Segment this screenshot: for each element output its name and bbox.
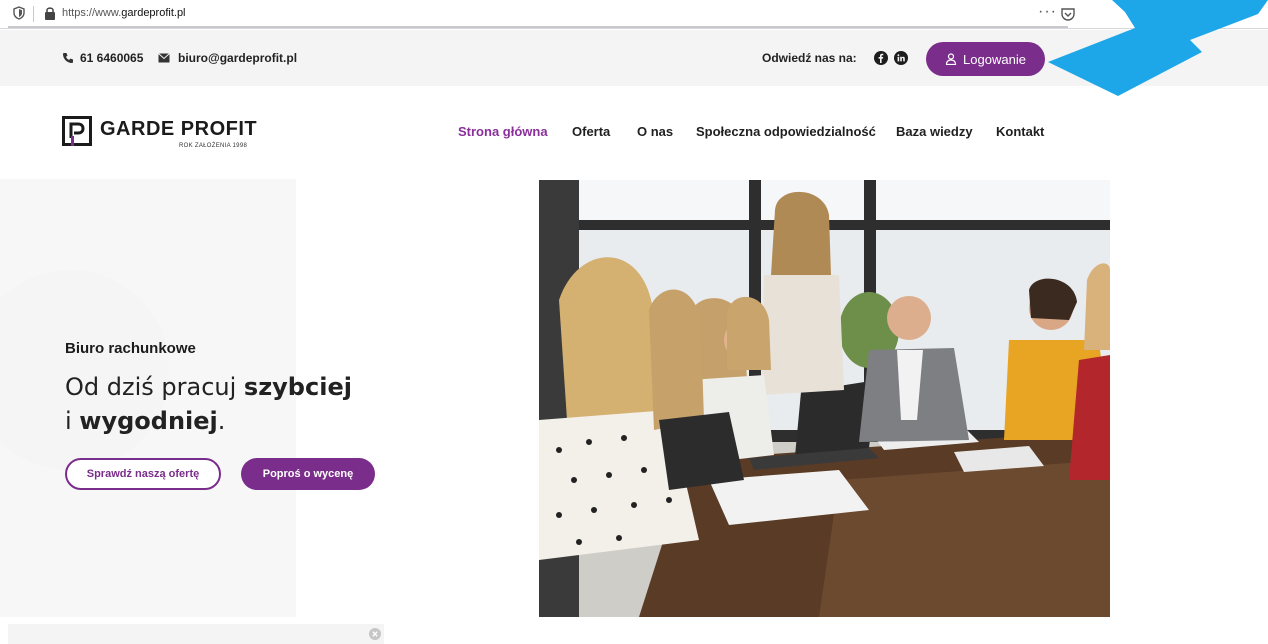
lock-icon[interactable] xyxy=(44,6,56,20)
nav-contact[interactable]: Kontakt xyxy=(996,124,1044,139)
nav-knowledge-base[interactable]: Baza wiedzy xyxy=(896,124,973,139)
logo-name: GARDE PROFIT xyxy=(100,118,258,140)
nav-social-responsibility[interactable]: Społeczna odpowiedzialność xyxy=(696,124,876,139)
facebook-icon[interactable] xyxy=(874,51,888,65)
linkedin-icon[interactable] xyxy=(894,51,908,65)
garde-profit-logo[interactable]: GARDE PROFIT ROK ZAŁOŻENIA 1998 xyxy=(62,116,262,150)
login-button-label: Logowanie xyxy=(963,51,1026,67)
tracking-shield-icon[interactable] xyxy=(12,6,26,20)
login-button[interactable]: Logowanie xyxy=(926,42,1045,76)
mail-icon xyxy=(158,53,170,63)
visit-us-label: Odwiedź nas na: xyxy=(762,51,857,65)
phone-number[interactable]: 61 6460065 xyxy=(80,51,143,65)
logo-subtitle: ROK ZAŁOŻENIA 1998 xyxy=(179,143,248,149)
address-field[interactable]: https://www.gardeprofit.pl xyxy=(62,7,186,19)
hero-team-photo xyxy=(539,180,1110,617)
user-icon xyxy=(945,53,957,65)
request-quote-button[interactable]: Poproś o wycenę xyxy=(241,458,375,490)
hero-subtitle: Biuro rachunkowe xyxy=(65,340,196,357)
check-offer-button[interactable]: Sprawdź naszą ofertę xyxy=(65,458,221,490)
logo-p-mark xyxy=(62,116,92,146)
nav-about[interactable]: O nas xyxy=(637,124,673,139)
close-icon[interactable] xyxy=(369,628,381,640)
nav-home[interactable]: Strona główna xyxy=(458,124,548,139)
url-bar-border xyxy=(8,26,1068,28)
nav-offer[interactable]: Oferta xyxy=(572,124,610,139)
cookie-popup-strip xyxy=(8,624,384,644)
phone-icon xyxy=(63,53,73,63)
email-link[interactable]: biuro@gardeprofit.pl xyxy=(178,51,297,65)
hero-headline: Od dziś pracuj szybciej i wygodniej. xyxy=(65,373,352,435)
annotation-arrow-icon xyxy=(1048,0,1268,96)
url-separator xyxy=(33,6,34,22)
